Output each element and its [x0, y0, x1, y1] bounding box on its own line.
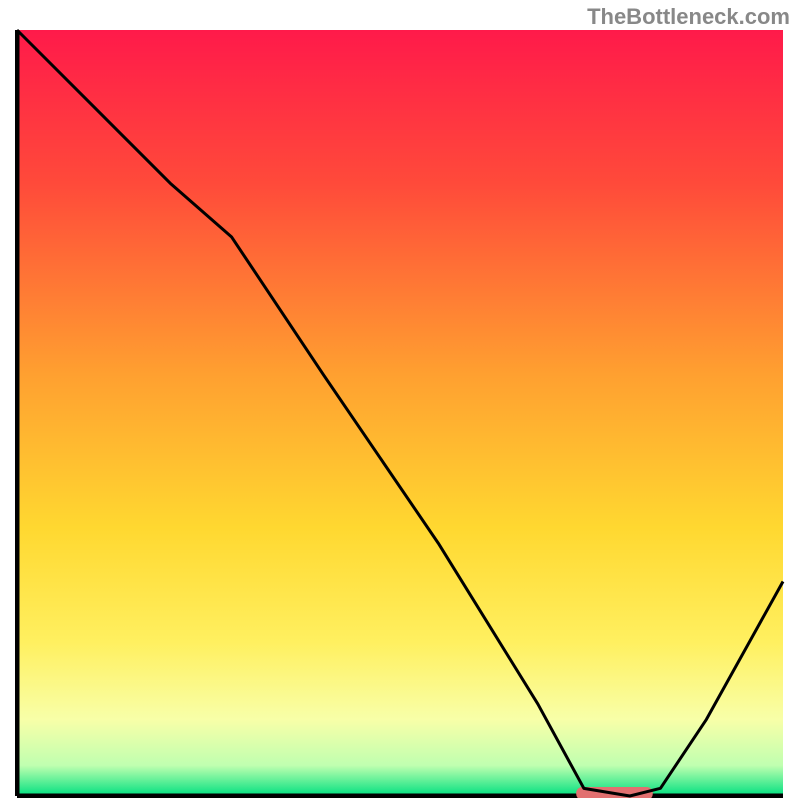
watermark-text: TheBottleneck.com	[587, 4, 790, 30]
chart-canvas	[15, 28, 785, 798]
bottleneck-chart	[15, 28, 785, 798]
